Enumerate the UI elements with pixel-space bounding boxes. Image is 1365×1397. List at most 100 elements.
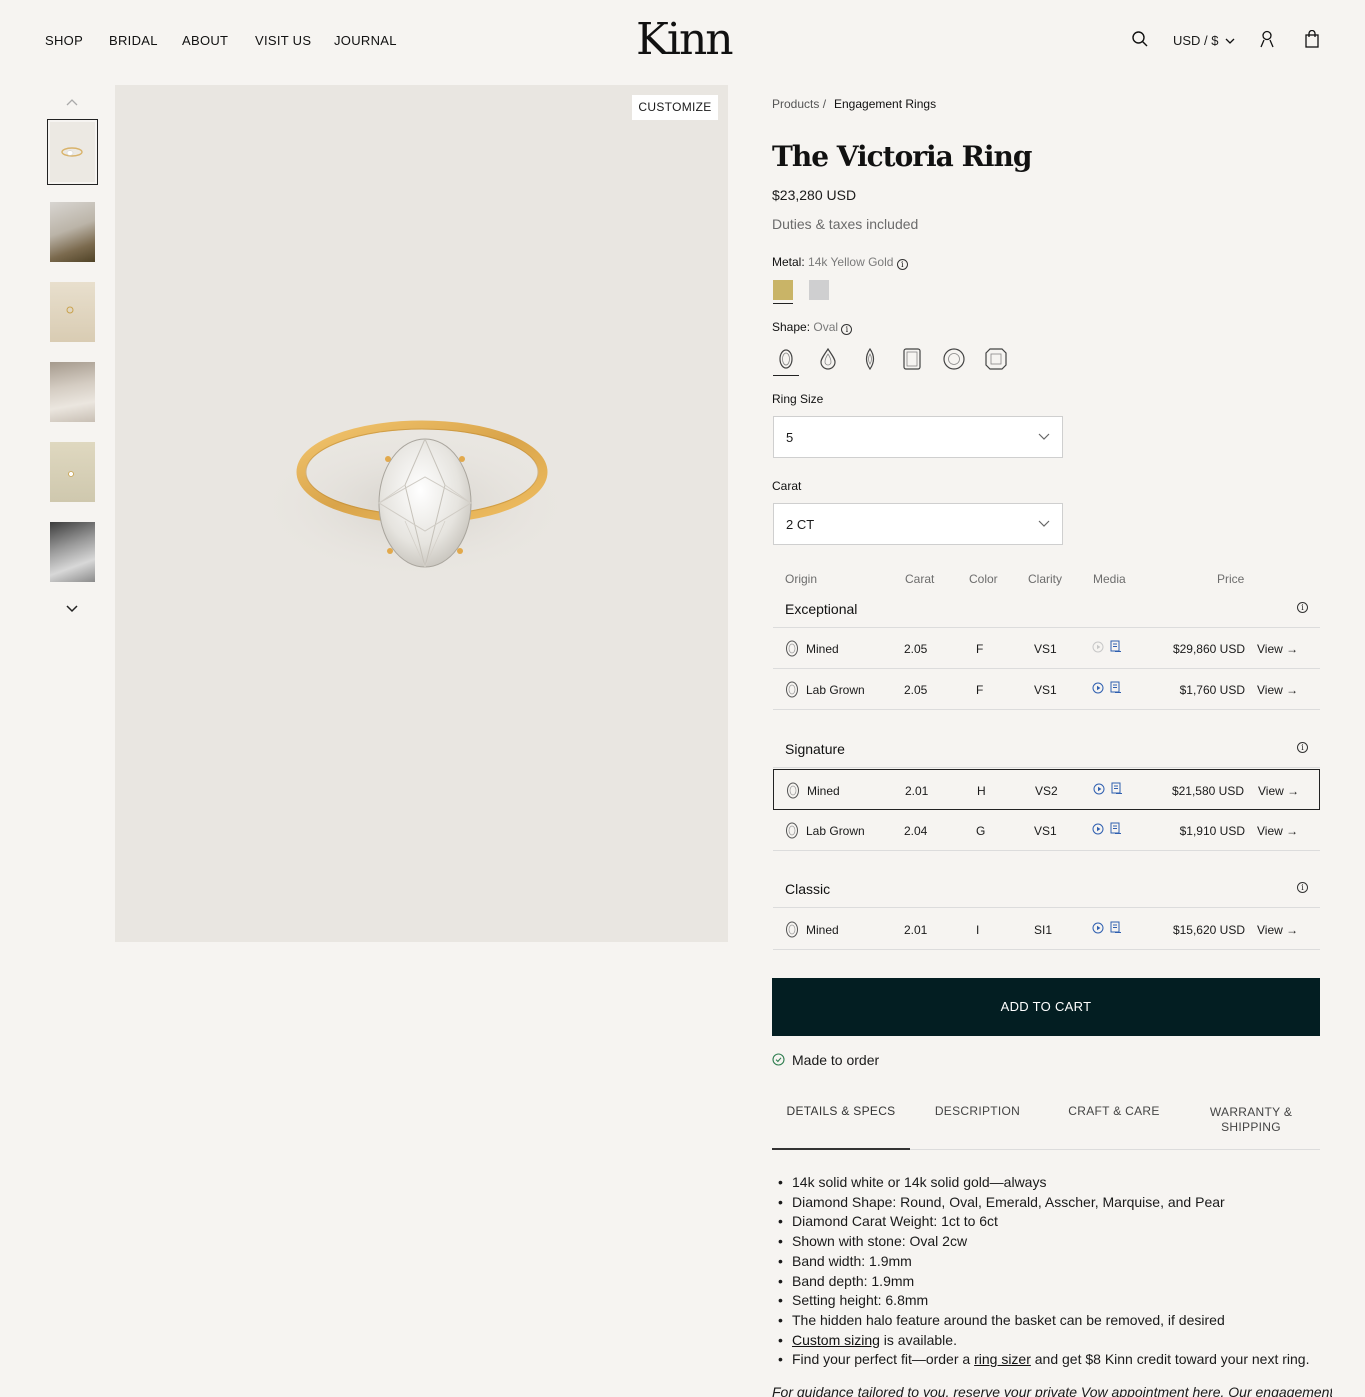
view-link[interactable]: View →: [1257, 824, 1298, 838]
clarity-cell: VS1: [1034, 824, 1057, 838]
table-row[interactable]: Mined 2.01 I SI1 $15,620 USD View →: [773, 909, 1320, 950]
asscher-icon[interactable]: [983, 346, 1009, 372]
round-icon[interactable]: [941, 346, 967, 372]
list-item: Band width: 1.9mm: [778, 1252, 1332, 1272]
oval-icon: [786, 921, 798, 938]
nav-about[interactable]: ABOUT: [182, 33, 228, 48]
emerald-icon[interactable]: [899, 346, 925, 372]
carat-cell: 2.05: [904, 642, 928, 656]
nav-bridal[interactable]: BRIDAL: [109, 33, 158, 48]
group-label: Exceptional: [785, 601, 858, 617]
view-link[interactable]: View →: [1257, 683, 1298, 697]
color-cell: H: [977, 784, 986, 798]
gallery-thumb-6[interactable]: [50, 522, 95, 582]
table-row[interactable]: Lab Grown 2.04 G VS1 $1,910 USD View →: [773, 810, 1320, 851]
play-video-icon[interactable]: [1092, 823, 1104, 838]
certificate-icon[interactable]: [1111, 782, 1123, 798]
table-divider: [773, 907, 1320, 908]
gallery-thumb-5[interactable]: [50, 442, 95, 502]
oval-icon[interactable]: [773, 346, 799, 372]
price-cell: $21,580 USD: [1171, 784, 1244, 798]
gallery-thumb-1[interactable]: [47, 119, 98, 185]
active-tab-indicator: [772, 1148, 910, 1150]
certificate-icon[interactable]: [1110, 921, 1122, 937]
gallery-thumb-2[interactable]: [50, 202, 95, 262]
chevron-down-icon: [1038, 433, 1050, 440]
certificate-icon[interactable]: [1110, 640, 1122, 656]
oval-icon: [786, 822, 798, 839]
info-icon[interactable]: i: [1297, 742, 1308, 753]
view-link[interactable]: View →: [1257, 642, 1298, 656]
view-link[interactable]: View →: [1257, 923, 1298, 937]
origin-cell: Mined: [807, 784, 840, 798]
carat-label: Carat: [772, 479, 802, 493]
bag-icon[interactable]: [1303, 29, 1323, 50]
price-cell: $1,760 USD: [1179, 683, 1245, 697]
carat-select[interactable]: 2 CT: [773, 503, 1063, 545]
clarity-cell: SI1: [1034, 923, 1053, 937]
nav-journal[interactable]: JOURNAL: [334, 33, 397, 48]
table-row[interactable]: Lab Grown 2.05 F VS1 $1,760 USD View →: [773, 669, 1320, 710]
marquise-icon[interactable]: [857, 346, 883, 372]
carat-cell: 2.05: [904, 683, 928, 697]
clarity-cell: VS1: [1034, 683, 1057, 697]
swatch-white-gold[interactable]: [809, 280, 829, 300]
custom-sizing-link[interactable]: Custom sizing: [792, 1332, 880, 1348]
list-item: Setting height: 6.8mm: [778, 1291, 1332, 1311]
info-icon[interactable]: i: [1297, 602, 1308, 613]
swatch-yellow-gold[interactable]: [773, 280, 793, 300]
ring-size-value: 5: [786, 430, 794, 445]
tab-details-specs[interactable]: DETAILS & SPECS: [772, 1104, 910, 1119]
breadcrumb-products[interactable]: Products /: [772, 97, 826, 111]
product-title: The Victoria Ring: [772, 140, 1032, 173]
certificate-icon[interactable]: [1110, 822, 1122, 838]
tab-craft-care[interactable]: CRAFT & CARE: [1045, 1104, 1183, 1119]
list-item: 14k solid white or 14k solid gold—always: [778, 1173, 1332, 1193]
check-circle-icon: [772, 1053, 785, 1071]
shape-label: Shape:: [772, 320, 811, 334]
chevron-up-icon[interactable]: [65, 94, 79, 112]
color-cell: F: [976, 683, 984, 697]
brand-logo[interactable]: Kinn: [636, 14, 734, 65]
carat-value: 2 CT: [786, 517, 815, 532]
certificate-icon[interactable]: [1110, 681, 1122, 697]
table-row[interactable]: Mined 2.01 H VS2 $21,580 USD View →: [773, 769, 1320, 810]
play-video-icon[interactable]: [1092, 922, 1104, 937]
nav-shop[interactable]: SHOP: [45, 33, 83, 48]
tab-warranty-shipping[interactable]: WARRANTY & SHIPPING: [1196, 1105, 1306, 1135]
currency-selector[interactable]: USD / $: [1173, 33, 1235, 48]
gallery-thumb-3[interactable]: [50, 282, 95, 342]
table-row[interactable]: Mined 2.05 F VS1 $29,860 USD View →: [773, 628, 1320, 669]
pear-icon[interactable]: [815, 346, 841, 372]
made-to-order-status: Made to order: [792, 1052, 880, 1068]
play-video-icon[interactable]: [1092, 682, 1104, 697]
custom-sizing-text: is available.: [879, 1331, 957, 1348]
view-link[interactable]: View →: [1258, 784, 1299, 798]
price-cell: $29,860 USD: [1172, 642, 1245, 656]
customize-button[interactable]: CUSTOMIZE: [632, 95, 718, 120]
tab-description[interactable]: DESCRIPTION: [910, 1104, 1045, 1119]
selected-underline: [773, 375, 799, 376]
col-price: Price: [1217, 572, 1245, 586]
add-to-cart-button[interactable]: ADD TO CART: [772, 978, 1320, 1036]
ring-size-select[interactable]: 5: [773, 416, 1063, 458]
play-video-icon[interactable]: [1092, 641, 1104, 656]
info-icon[interactable]: i: [841, 324, 853, 335]
info-icon[interactable]: i: [896, 259, 908, 270]
list-item: Diamond Carat Weight: 1ct to 6ct: [778, 1212, 1332, 1232]
play-video-icon[interactable]: [1093, 783, 1105, 798]
duties-note: Duties & taxes included: [772, 216, 919, 232]
info-icon[interactable]: i: [1297, 882, 1308, 893]
ring-sizer-link[interactable]: ring sizer: [974, 1351, 1031, 1367]
list-item: Band depth: 1.9mm: [778, 1272, 1332, 1292]
account-icon[interactable]: [1258, 30, 1278, 50]
nav-visit-us[interactable]: VISIT US: [255, 33, 311, 48]
list-item: Diamond Shape: Round, Oval, Emerald, Ass…: [778, 1193, 1332, 1213]
shape-value: Oval: [813, 320, 839, 334]
color-cell: G: [976, 824, 986, 838]
chevron-down-icon[interactable]: [65, 601, 79, 619]
breadcrumb-current[interactable]: Engagement Rings: [834, 97, 936, 111]
search-icon[interactable]: [1131, 30, 1151, 50]
gallery-thumb-4[interactable]: [50, 362, 95, 422]
metal-option-label: Metal: 14k Yellow Gold i: [772, 255, 908, 270]
